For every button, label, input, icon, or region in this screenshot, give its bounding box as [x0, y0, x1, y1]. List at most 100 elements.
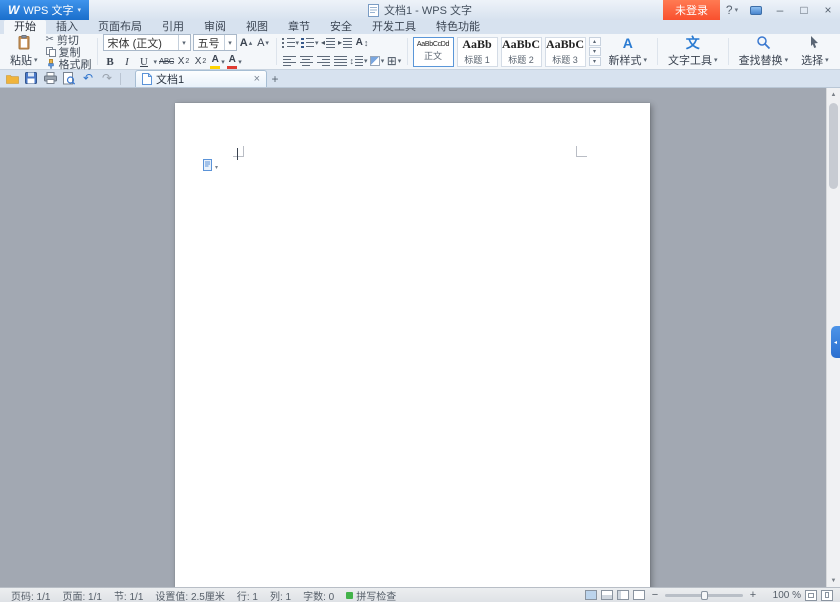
outdent-lines	[326, 37, 335, 48]
spell-check-icon	[346, 592, 353, 599]
document-page[interactable]: ▾	[175, 103, 650, 587]
grow-font-button[interactable]: A▴	[239, 35, 254, 50]
scissors-icon: ✂	[46, 34, 54, 45]
wps-app-name: WPS 文字	[23, 2, 73, 18]
scrollbar-thumb[interactable]	[829, 103, 838, 189]
fit-width-button[interactable]	[805, 590, 817, 601]
text-tools-group: 文 文字工具▾	[661, 35, 725, 68]
style-heading-1[interactable]: AaBb 标题 1	[457, 37, 498, 67]
style-sample: AaBbCcDd	[417, 41, 449, 48]
open-button[interactable]	[3, 70, 21, 86]
line-spacing-button[interactable]: ↕▾	[350, 53, 368, 68]
tab-security[interactable]: 安全	[320, 20, 362, 34]
spell-check-button[interactable]: 拼写检查	[340, 588, 402, 602]
tab-review[interactable]: 审阅	[194, 20, 236, 34]
decrease-indent-button[interactable]: ◂	[321, 35, 336, 50]
close-button[interactable]: ×	[816, 0, 840, 20]
find-replace-button[interactable]: 查找替换▾	[734, 35, 794, 69]
superscript-button[interactable]: X2	[176, 54, 191, 69]
tab-home[interactable]: 开始	[4, 20, 46, 34]
numbering-button[interactable]: ▾	[301, 35, 319, 50]
subscript-button[interactable]: X2	[193, 54, 208, 69]
strikethrough-button[interactable]: ABC	[159, 54, 174, 69]
print-preview-button[interactable]	[60, 70, 78, 86]
maximize-button[interactable]: □	[792, 0, 816, 20]
zoom-in-button[interactable]: +	[747, 589, 759, 601]
page-view-button[interactable]	[585, 590, 597, 600]
redo-button[interactable]: ↷	[98, 70, 116, 86]
style-normal[interactable]: AaBbCcDd 正文	[413, 37, 454, 67]
tab-special-features[interactable]: 特色功能	[426, 20, 490, 34]
font-color-button[interactable]: A ▾	[227, 54, 242, 69]
select-button[interactable]: 选择▾	[796, 35, 834, 69]
tab-view[interactable]: 视图	[236, 20, 278, 34]
text-tool-icon: 文	[686, 36, 700, 50]
style-heading-2[interactable]: AaBbC 标题 2	[501, 37, 542, 67]
align-right-icon	[317, 55, 330, 66]
quickbar-separator	[120, 73, 121, 85]
tab-dev-tools[interactable]: 开发工具	[362, 20, 426, 34]
justify-button[interactable]	[333, 53, 348, 68]
underline-caret[interactable]: ▾	[154, 58, 158, 66]
zoom-slider-thumb[interactable]	[701, 591, 708, 600]
borders-button[interactable]: ⊞▾	[387, 53, 402, 68]
grow-font-icon: A	[240, 37, 248, 49]
style-heading-3[interactable]: AaBbC 标题 3	[545, 37, 586, 67]
save-button[interactable]	[22, 70, 40, 86]
margin-mark-top-left	[233, 146, 244, 157]
shading-button[interactable]: ▾	[370, 53, 385, 68]
italic-button[interactable]: I	[120, 54, 135, 69]
tab-section[interactable]: 章节	[278, 20, 320, 34]
increase-indent-button[interactable]: ▸	[338, 35, 353, 50]
document-tab[interactable]: 文档1 ×	[135, 70, 267, 87]
format-painter-button[interactable]: 格式刷	[46, 58, 92, 69]
undo-button[interactable]: ↶	[79, 70, 97, 86]
underline-button[interactable]: U	[137, 54, 152, 69]
status-setting-value: 设置值: 2.5厘米	[149, 588, 230, 602]
print-button[interactable]	[41, 70, 59, 86]
tab-page-layout[interactable]: 页面布局	[88, 20, 152, 34]
search-icon	[756, 35, 771, 50]
align-right-button[interactable]	[316, 53, 331, 68]
minimize-button[interactable]: –	[768, 0, 792, 20]
wps-menu-button[interactable]: W WPS 文字 ▾	[0, 0, 89, 20]
styles-scroll-down-button[interactable]: ▾	[589, 47, 601, 56]
bullets-button[interactable]: ▾	[282, 35, 300, 50]
close-tab-icon[interactable]: ×	[254, 74, 260, 85]
web-view-button[interactable]	[617, 590, 629, 600]
outline-view-button[interactable]	[633, 590, 645, 600]
font-name-combo[interactable]: 宋体 (正文) ▾	[103, 34, 191, 51]
scroll-down-button[interactable]: ▼	[827, 574, 840, 587]
ribbon-tab-bar: 开始 插入 页面布局 引用 审阅 视图 章节 安全 开发工具 特色功能	[0, 20, 840, 34]
text-direction-button[interactable]: A↕	[355, 35, 370, 50]
fullscreen-view-button[interactable]	[601, 590, 613, 600]
align-center-button[interactable]	[299, 53, 314, 68]
skin-button[interactable]	[744, 0, 768, 20]
paste-button[interactable]: 粘贴▾	[5, 35, 43, 69]
text-tool-button[interactable]: 文 文字工具▾	[663, 35, 723, 69]
new-style-button[interactable]: A 新样式▾	[604, 35, 653, 69]
zoom-slider[interactable]	[665, 594, 743, 597]
tab-references[interactable]: 引用	[152, 20, 194, 34]
fit-page-button[interactable]	[821, 590, 833, 601]
open-folder-icon	[6, 73, 19, 84]
styles-more-button[interactable]: ▾	[589, 57, 601, 66]
zoom-out-button[interactable]: −	[649, 589, 661, 601]
sidebar-handle[interactable]: ◂	[831, 326, 840, 358]
help-button[interactable]: ? ▾	[720, 0, 744, 20]
login-button[interactable]: 未登录	[663, 0, 720, 20]
font-size-combo[interactable]: 五号 ▾	[193, 34, 237, 51]
smart-tag-button[interactable]: ▾	[203, 159, 218, 171]
shrink-font-button[interactable]: A▾	[256, 35, 271, 50]
scroll-up-button[interactable]: ▲	[827, 88, 840, 101]
styles-scroll-up-button[interactable]: ▴	[589, 37, 601, 46]
new-tab-button[interactable]: +	[267, 71, 283, 87]
group-separator	[407, 38, 408, 65]
align-left-button[interactable]	[282, 53, 297, 68]
font-group: 宋体 (正文) ▾ 五号 ▾ A▴ A▾ B I	[101, 35, 273, 68]
highlight-color-button[interactable]: A ▾	[210, 54, 225, 69]
bold-button[interactable]: B	[103, 54, 118, 69]
chevron-down-icon: ▾	[296, 39, 300, 47]
statusbar-right: − + 100 %	[585, 589, 835, 601]
new-style-icon: A	[623, 36, 633, 50]
